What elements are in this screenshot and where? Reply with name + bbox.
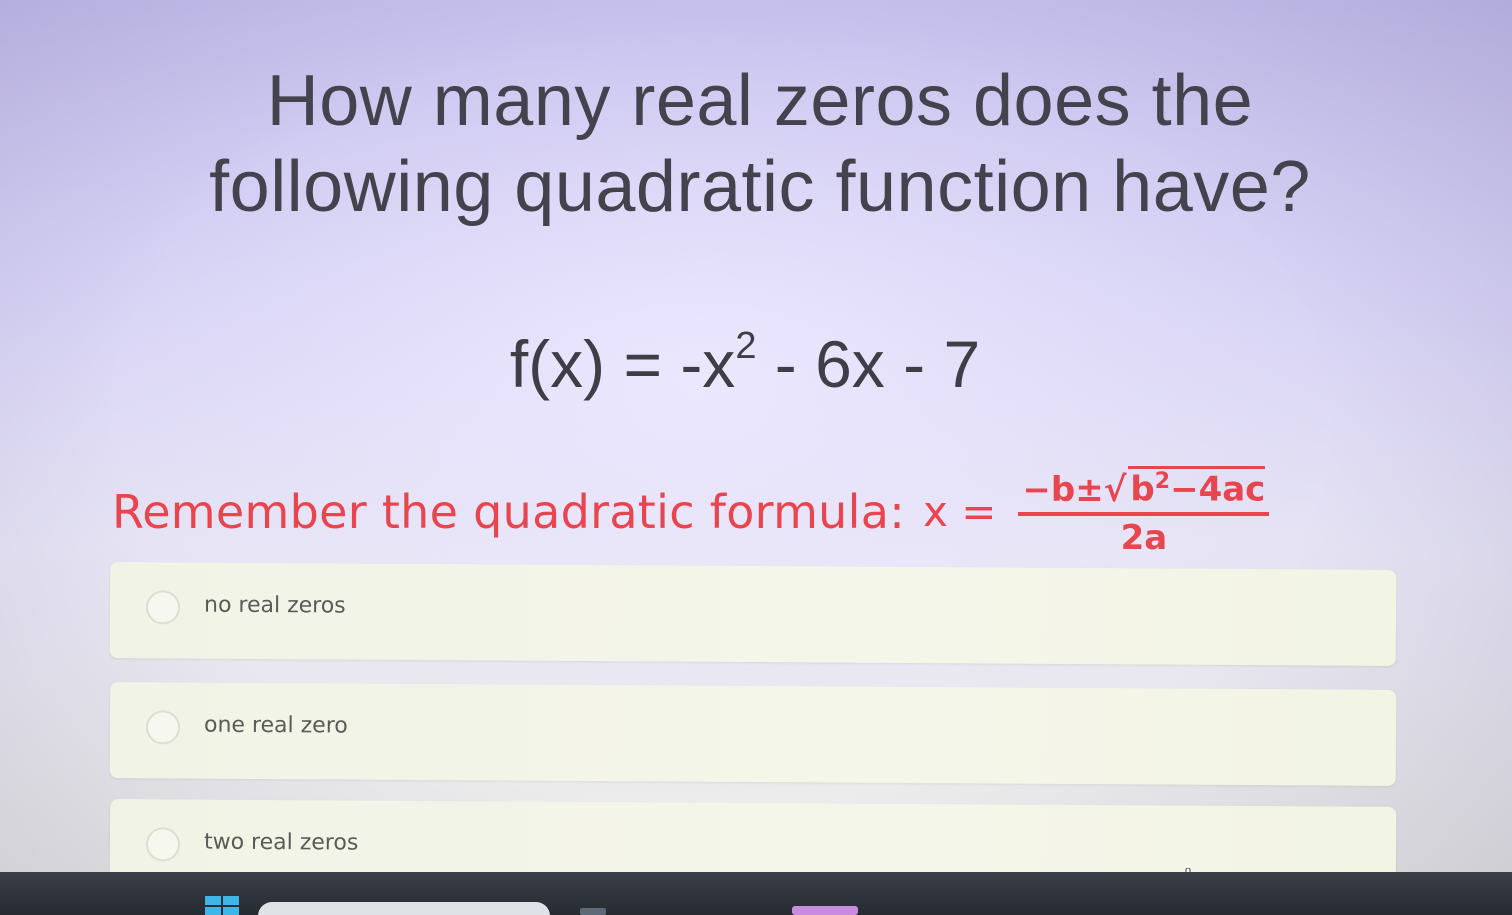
reminder-text: Remember the quadratic formula: bbox=[112, 485, 906, 539]
radicand-b: b bbox=[1130, 469, 1155, 510]
formula-x-equals: x = bbox=[923, 487, 997, 537]
equation-rhs: - 6x - 7 bbox=[756, 327, 981, 401]
choice-radio-icon[interactable] bbox=[145, 590, 181, 625]
numerator-radicand: b2−4ac bbox=[1128, 466, 1266, 510]
taskbar-app-icon[interactable] bbox=[580, 908, 606, 915]
formula-reminder: Remember the quadratic formula: x = −b±√… bbox=[112, 462, 1270, 562]
function-equation: f(x) = -x2 - 6x - 7 bbox=[0, 325, 1490, 402]
formula-denominator: 2a bbox=[1120, 517, 1168, 558]
choice-no-real-zeros[interactable]: no real zeros bbox=[109, 562, 1397, 666]
choice-one-real-zero[interactable]: one real zero bbox=[109, 682, 1397, 786]
choice-label: two real zeros bbox=[203, 829, 359, 856]
choice-radio-icon[interactable] bbox=[145, 827, 181, 862]
taskbar-app-icon[interactable] bbox=[792, 906, 858, 915]
equation-exponent: 2 bbox=[735, 325, 757, 367]
choice-label: no real zeros bbox=[203, 592, 346, 619]
question-text: How many real zeros does the following q… bbox=[110, 58, 1410, 230]
os-taskbar bbox=[0, 872, 1512, 915]
radicand-exponent: 2 bbox=[1154, 469, 1171, 495]
choice-label: one real zero bbox=[203, 712, 348, 739]
numerator-pre: −b±√ bbox=[1022, 469, 1127, 510]
radicand-rest: −4ac bbox=[1170, 469, 1266, 510]
equation-lhs: f(x) = -x bbox=[509, 327, 736, 401]
formula-fraction: −b±√ b2−4ac 2a bbox=[1018, 466, 1270, 558]
choice-radio-icon[interactable] bbox=[145, 710, 181, 745]
question-line-2: following quadratic function have? bbox=[209, 147, 1311, 227]
quadratic-formula: x = −b±√ b2−4ac 2a bbox=[923, 466, 1270, 558]
formula-numerator: −b±√ b2−4ac bbox=[1018, 466, 1270, 516]
taskbar-search-box[interactable] bbox=[258, 902, 550, 915]
windows-start-icon[interactable] bbox=[205, 896, 239, 915]
question-line-1: How many real zeros does the bbox=[266, 61, 1254, 141]
